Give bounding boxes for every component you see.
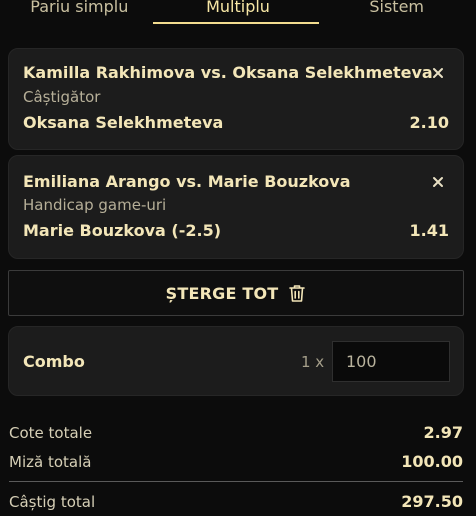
trash-icon [289,284,306,302]
clear-all-button[interactable]: ȘTERGE TOT [8,270,464,316]
total-stake-label: Miză totală [9,452,92,471]
close-icon[interactable] [431,66,445,80]
bet-card: Emiliana Arango vs. Marie Bouzkova Handi… [8,155,464,259]
active-tab-indicator [153,22,319,24]
selection-name: Oksana Selekhmeteva [23,113,224,132]
total-win-value: 297.50 [401,492,463,511]
total-odds-row: Cote totale 2.97 [9,423,463,442]
total-stake-row: Miză totală 100.00 [9,452,463,471]
match-title: Emiliana Arango vs. Marie Bouzkova [23,172,351,191]
selection-name: Marie Bouzkova (-2.5) [23,221,222,240]
total-win-label: Câștig total [9,492,96,511]
close-icon[interactable] [431,175,445,189]
combo-stake-row: Combo 1 x [8,326,464,396]
clear-all-label: ȘTERGE TOT [165,283,279,303]
combo-label: Combo [23,352,85,371]
match-title: Kamilla Rakhimova vs. Oksana Selekhmetev… [23,63,433,82]
market-name: Câștigător [23,88,101,106]
tab-system-bet[interactable]: Sistem [317,0,476,26]
selection-odds: 2.10 [409,113,449,132]
selection-odds: 1.41 [409,221,449,240]
bet-card: Kamilla Rakhimova vs. Oksana Selekhmetev… [8,48,464,150]
combo-multiplier: 1 x [301,353,325,371]
market-name: Handicap game-uri [23,196,167,214]
total-win-row: Câștig total 297.50 [9,492,463,511]
summary-divider [9,481,463,482]
stake-input[interactable] [332,341,450,382]
total-stake-value: 100.00 [401,452,463,471]
total-odds-value: 2.97 [423,423,463,442]
total-odds-label: Cote totale [9,423,93,442]
tab-single-bet[interactable]: Pariu simplu [0,0,159,26]
